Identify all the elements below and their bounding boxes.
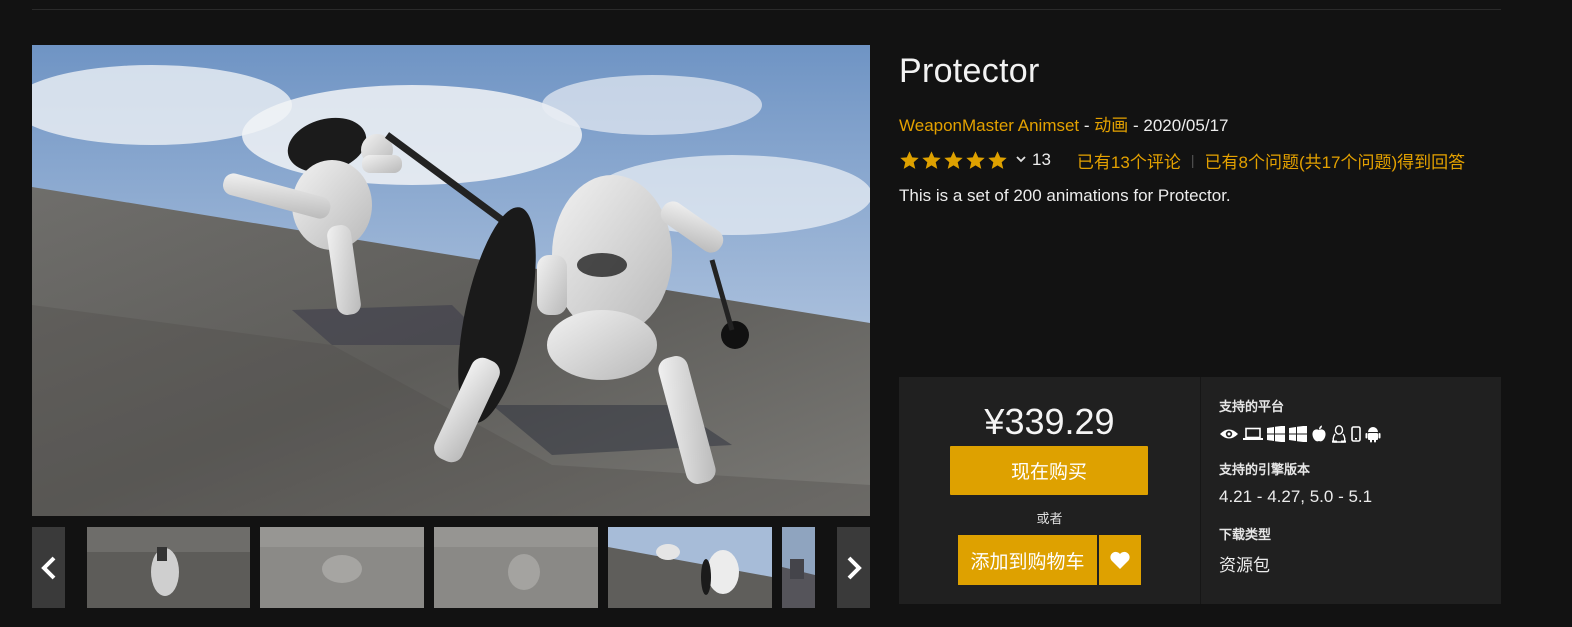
top-divider xyxy=(32,9,1501,10)
seller-link[interactable]: WeaponMaster Animset xyxy=(899,116,1079,135)
category-link[interactable]: 动画 xyxy=(1094,116,1128,135)
mobile-icon xyxy=(1351,426,1361,442)
eye-icon xyxy=(1219,427,1239,441)
divider: | xyxy=(1190,152,1195,168)
android-icon xyxy=(1365,425,1381,443)
star-icon xyxy=(922,150,941,169)
engine-versions: 4.21 - 4.27, 5.0 - 5.1 xyxy=(1219,487,1373,506)
thumbnail-3[interactable] xyxy=(434,527,598,608)
product-description: This is a set of 200 animations for Prot… xyxy=(899,186,1231,205)
star-icon xyxy=(988,150,1007,169)
windows-icon xyxy=(1289,426,1307,442)
rating-count: 13 xyxy=(1032,150,1051,169)
windows-icon xyxy=(1267,426,1285,442)
chevron-down-icon[interactable] xyxy=(1015,155,1027,165)
main-preview-image[interactable] xyxy=(32,45,870,516)
rating-row: 13 已有13个评论 | 已有8个问题(共17个问题)得到回答 xyxy=(899,148,1465,172)
product-title: Protector xyxy=(899,52,1040,90)
buy-now-button[interactable]: 现在购买 xyxy=(950,446,1148,495)
or-label: 或者 xyxy=(1036,511,1063,526)
thumbnail-strip xyxy=(32,527,870,608)
previous-image-button[interactable] xyxy=(32,527,65,608)
download-type-label: 下载类型 xyxy=(1219,527,1272,542)
chevron-right-icon xyxy=(847,556,862,579)
thumbnail-2[interactable] xyxy=(260,527,424,608)
meta-separator: - xyxy=(1128,116,1144,135)
star-icon xyxy=(900,150,919,169)
thumbnail-5[interactable] xyxy=(782,527,815,608)
engine-version-label: 支持的引擎版本 xyxy=(1219,462,1311,477)
download-type: 资源包 xyxy=(1219,556,1270,575)
linux-icon xyxy=(1331,425,1347,443)
next-image-button[interactable] xyxy=(837,527,870,608)
price: ¥339.29 xyxy=(984,401,1115,442)
platform-icons xyxy=(1219,425,1385,443)
wishlist-button[interactable] xyxy=(1099,535,1141,585)
release-date: 2020/05/17 xyxy=(1143,116,1229,135)
apple-icon xyxy=(1311,425,1327,443)
star-icon xyxy=(944,150,963,169)
purchase-panel: ¥339.29 现在购买 或者 添加到购物车 支持的平台 支持的引擎版本 4.2… xyxy=(899,377,1501,604)
meta-separator: - xyxy=(1079,116,1095,135)
add-to-cart-button[interactable]: 添加到购物车 xyxy=(958,535,1097,585)
chevron-left-icon xyxy=(40,556,55,579)
cart-actions: 添加到购物车 xyxy=(958,535,1141,585)
questions-link[interactable]: 已有8个问题(共17个问题)得到回答 xyxy=(1204,148,1465,173)
heart-icon xyxy=(1110,551,1130,569)
price-section: ¥339.29 现在购买 或者 添加到购物车 xyxy=(899,377,1201,604)
laptop-icon xyxy=(1243,427,1263,441)
reviews-link[interactable]: 已有13个评论 xyxy=(1077,148,1181,173)
star-icon xyxy=(966,150,985,169)
star-rating[interactable] xyxy=(899,150,1009,171)
thumbnail-4[interactable] xyxy=(608,527,772,608)
thumbnail-1[interactable] xyxy=(87,527,250,608)
platforms-label: 支持的平台 xyxy=(1219,399,1285,414)
product-meta: WeaponMaster Animset - 动画 - 2020/05/17 xyxy=(899,111,1228,136)
